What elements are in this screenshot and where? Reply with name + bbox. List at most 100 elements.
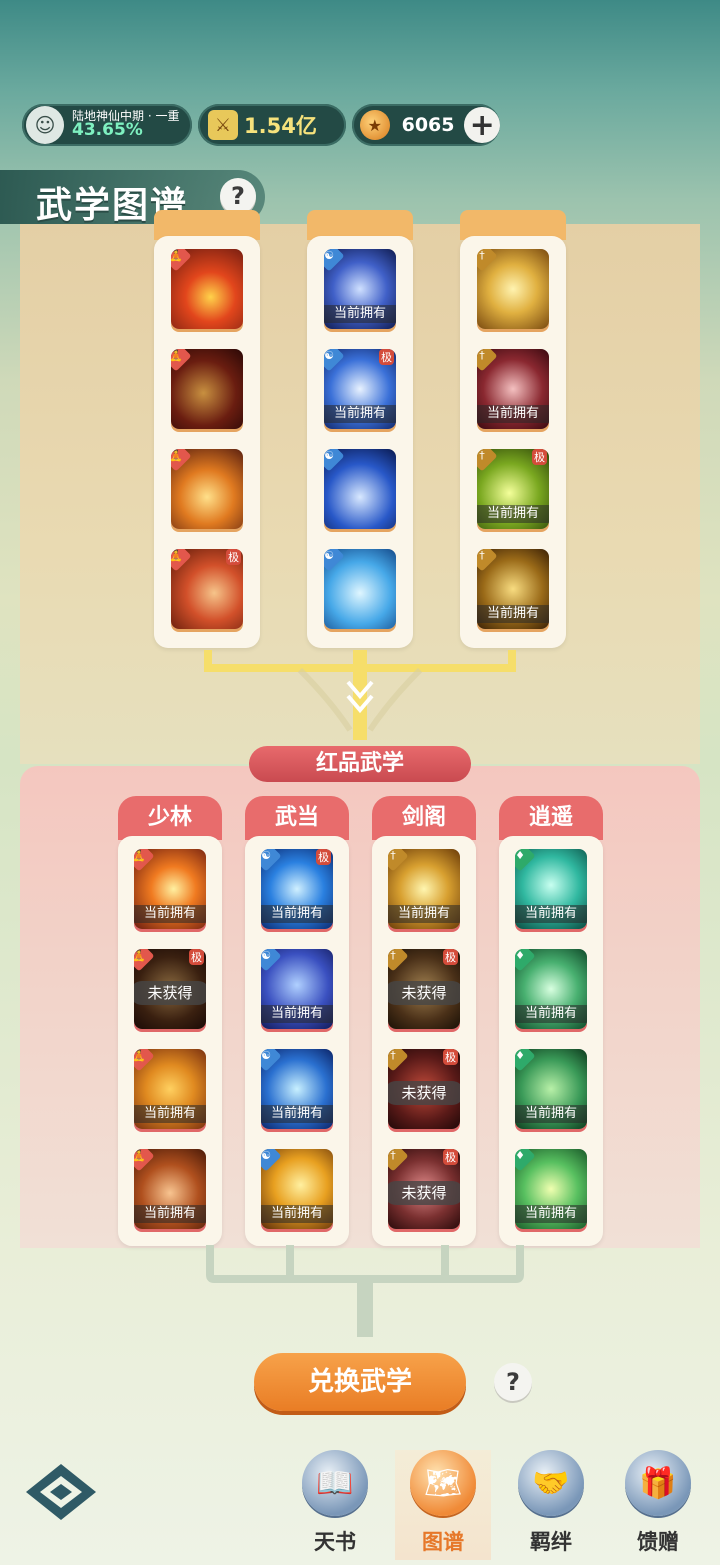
red-column-header-3: 剑阁 — [372, 796, 476, 840]
red-skill-card[interactable]: 🧘 当前拥有 — [134, 1049, 206, 1129]
skill-card[interactable]: ☯ — [324, 549, 396, 629]
sword-icon: † — [388, 949, 409, 972]
owned-label: 当前拥有 — [515, 1005, 587, 1023]
exchange-help-button[interactable]: ? — [494, 1363, 532, 1401]
exchange-skills-button[interactable]: 兑换武学 — [254, 1353, 466, 1411]
extreme-grade-badge: 极 — [532, 449, 547, 465]
red-skill-card[interactable]: ♦ 当前拥有 — [515, 1149, 587, 1229]
taiji-icon: ☯ — [261, 1049, 282, 1072]
extreme-grade-badge: 极 — [189, 949, 204, 965]
help-button[interactable]: ? — [220, 178, 256, 214]
red-column-header-4: 逍遥 — [499, 796, 603, 840]
not-obtained-label: 未获得 — [388, 981, 460, 1005]
skill-card[interactable]: 🧘 — [171, 249, 243, 329]
owned-label: 当前拥有 — [261, 905, 333, 923]
skill-card[interactable]: † 当前拥有 — [477, 349, 549, 429]
nav-tab-label: 图谱 — [422, 1530, 464, 1554]
owned-label: 当前拥有 — [515, 905, 587, 923]
red-skill-card[interactable]: ☯ 当前拥有 — [261, 949, 333, 1029]
sword-icon: † — [388, 849, 409, 872]
leaf-icon: ♦ — [515, 1149, 536, 1172]
nav-tab-1[interactable]: 📖 天书 — [287, 1450, 383, 1560]
nav-tab-label: 天书 — [314, 1530, 356, 1554]
leaf-icon: ♦ — [515, 1049, 536, 1072]
red-skill-card[interactable]: ☯ 极当前拥有 — [261, 849, 333, 929]
skill-card[interactable]: † 极当前拥有 — [477, 449, 549, 529]
handshake-icon: 🤝 — [518, 1450, 584, 1516]
taiji-icon: ☯ — [261, 849, 282, 872]
red-skill-card[interactable]: † 极未获得 — [388, 1149, 460, 1229]
book-icon: 📖 — [302, 1450, 368, 1516]
skill-card[interactable]: ☯ 极当前拥有 — [324, 349, 396, 429]
extreme-grade-badge: 极 — [379, 349, 394, 365]
monk-icon: 🧘 — [134, 1149, 155, 1172]
red-skill-card[interactable]: † 极未获得 — [388, 949, 460, 1029]
owned-label: 当前拥有 — [477, 405, 549, 423]
coin-value: 6065 — [401, 114, 455, 136]
taiji-icon: ☯ — [324, 549, 345, 572]
owned-label: 当前拥有 — [134, 1205, 206, 1223]
owned-label: 当前拥有 — [261, 1105, 333, 1123]
skill-card[interactable]: † 当前拥有 — [477, 549, 549, 629]
red-skill-card[interactable]: ♦ 当前拥有 — [515, 1049, 587, 1129]
red-skill-card[interactable]: ☯ 当前拥有 — [261, 1049, 333, 1129]
monk-icon: 🧘 — [171, 249, 192, 272]
taiji-icon: ☯ — [261, 1149, 282, 1172]
red-skill-card[interactable]: 🧘 极未获得 — [134, 949, 206, 1029]
nav-tab-4[interactable]: 🎁 馈赠 — [610, 1450, 706, 1560]
extreme-grade-badge: 极 — [316, 849, 331, 865]
coin-pill: ★ 6065 + — [352, 104, 500, 146]
taiji-icon: ☯ — [324, 249, 345, 272]
skill-card[interactable]: † — [477, 249, 549, 329]
skill-card[interactable]: ☯ — [324, 449, 396, 529]
scroll-map-icon: 🗺 — [410, 1450, 476, 1516]
owned-label: 当前拥有 — [324, 405, 396, 423]
owned-label: 当前拥有 — [515, 1205, 587, 1223]
sword-icon: † — [477, 249, 498, 272]
add-coins-button[interactable]: + — [464, 107, 500, 143]
red-skill-card[interactable]: 🧘 当前拥有 — [134, 1149, 206, 1229]
gift-icon: 🎁 — [625, 1450, 691, 1516]
red-skill-card[interactable]: ♦ 当前拥有 — [515, 949, 587, 1029]
owned-label: 当前拥有 — [134, 1105, 206, 1123]
red-skill-card[interactable]: 🧘 当前拥有 — [134, 849, 206, 929]
sword-icon: † — [477, 449, 498, 472]
taiji-icon: ☯ — [324, 349, 345, 372]
owned-label: 当前拥有 — [477, 505, 549, 523]
owned-label: 当前拥有 — [515, 1105, 587, 1123]
leaf-icon: ♦ — [515, 949, 536, 972]
owned-label: 当前拥有 — [261, 1205, 333, 1223]
taiji-icon: ☯ — [261, 949, 282, 972]
red-skill-card[interactable]: † 极未获得 — [388, 1049, 460, 1129]
monk-icon: 🧘 — [171, 549, 192, 572]
skill-card[interactable]: 🧘 — [171, 449, 243, 529]
red-skill-card[interactable]: ♦ 当前拥有 — [515, 849, 587, 929]
monk-icon: 🧘 — [171, 349, 192, 372]
not-obtained-label: 未获得 — [388, 1181, 460, 1205]
leaf-icon: ♦ — [515, 849, 536, 872]
rank-progress: 43.65% — [72, 120, 143, 141]
nav-tab-2[interactable]: 🗺 图谱 — [395, 1450, 491, 1560]
tree-connector-lower — [206, 1245, 524, 1337]
owned-label: 当前拥有 — [388, 905, 460, 923]
skill-card[interactable]: 🧘 — [171, 349, 243, 429]
crossed-swords-icon: ⚔ — [208, 110, 238, 140]
not-obtained-label: 未获得 — [134, 981, 206, 1005]
power-pill: ⚔ 1.54亿 — [198, 104, 346, 146]
owned-label: 当前拥有 — [134, 905, 206, 923]
rank-pill[interactable]: ☺ 陆地神仙中期 · 一重 43.65% — [22, 104, 192, 146]
skill-card[interactable]: 🧘 极 — [171, 549, 243, 629]
red-skill-card[interactable]: ☯ 当前拥有 — [261, 1149, 333, 1229]
nav-tab-3[interactable]: 🤝 羁绊 — [503, 1450, 599, 1560]
sword-icon: † — [477, 349, 498, 372]
red-skill-card[interactable]: † 当前拥有 — [388, 849, 460, 929]
tree-connector-upper — [204, 650, 516, 740]
skill-card[interactable]: ☯ 当前拥有 — [324, 249, 396, 329]
sword-icon: † — [388, 1049, 409, 1072]
nav-tab-label: 羁绊 — [530, 1530, 572, 1554]
extreme-grade-badge: 极 — [443, 1149, 458, 1165]
extreme-grade-badge: 极 — [443, 949, 458, 965]
monk-icon: 🧘 — [134, 1049, 155, 1072]
extreme-grade-badge: 极 — [443, 1049, 458, 1065]
game-logo-icon[interactable] — [22, 1460, 100, 1524]
